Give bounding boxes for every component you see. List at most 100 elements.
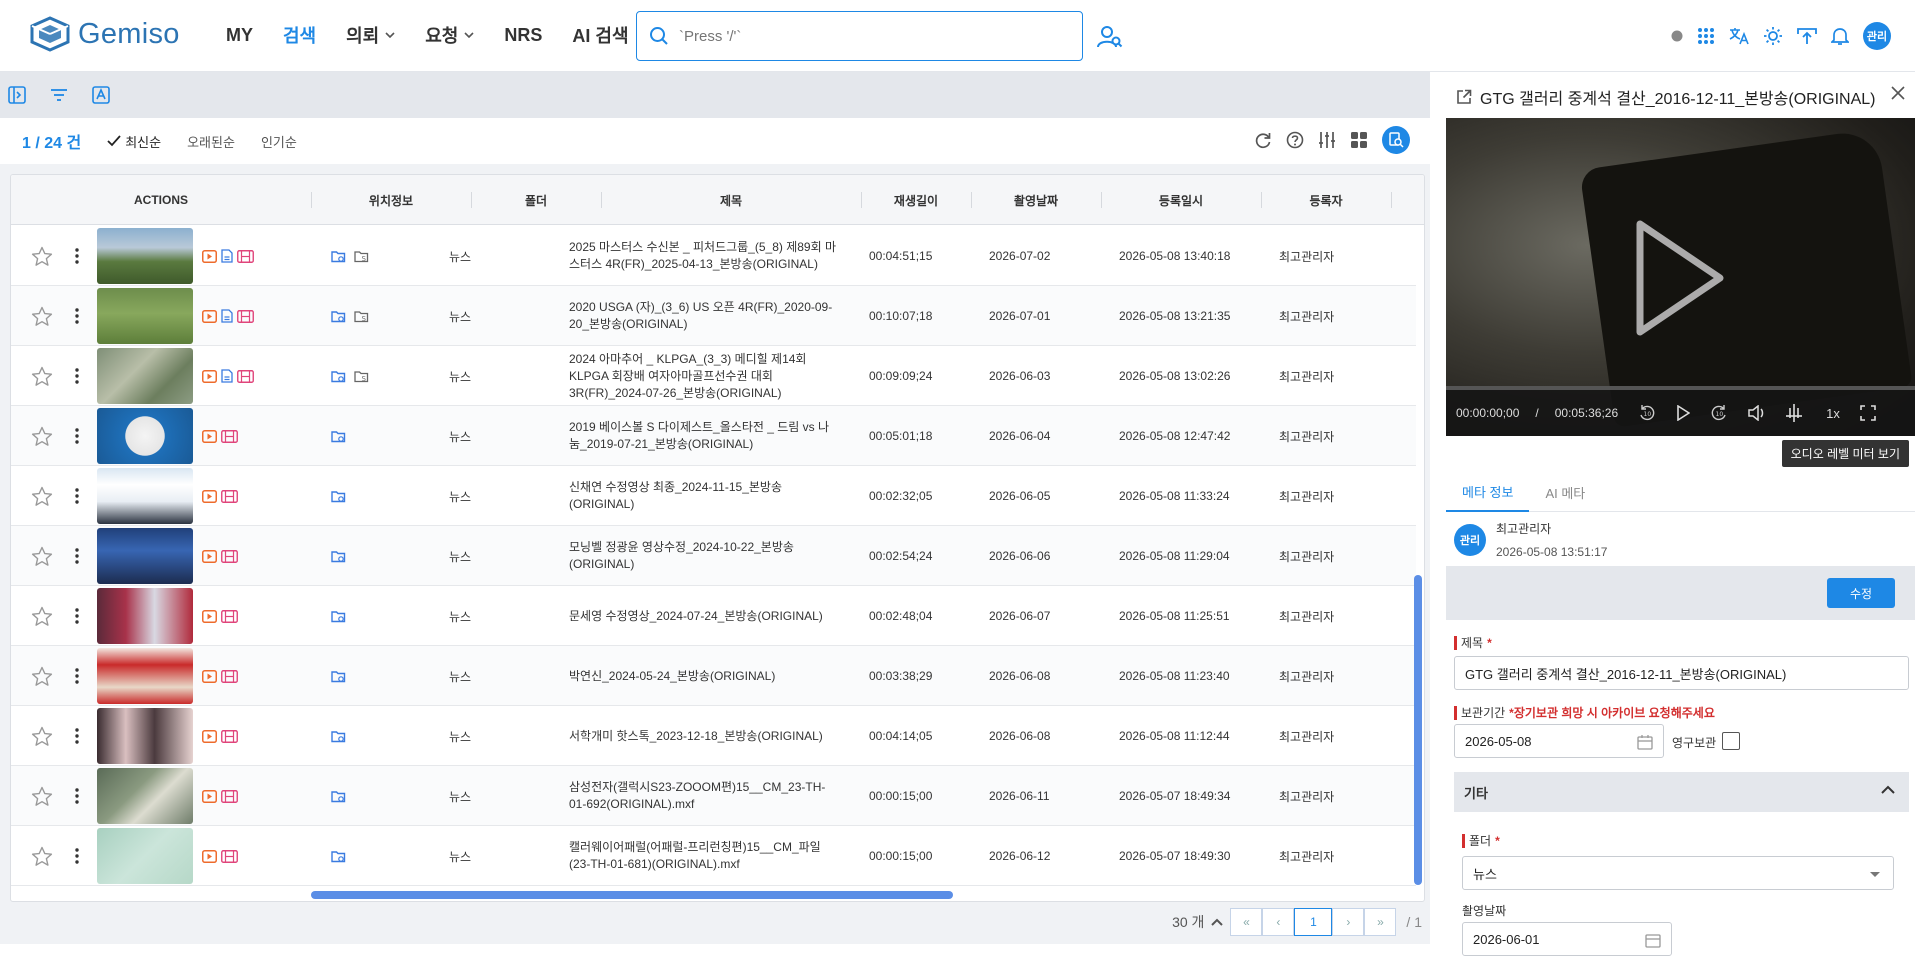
favorite-star-icon[interactable] bbox=[31, 346, 53, 406]
title-cell[interactable]: 모닝벨 정광윤 영상수정_2024-10-22_본방송(ORIGINAL) bbox=[569, 526, 839, 586]
current-page-button[interactable]: 1 bbox=[1294, 908, 1333, 936]
folder-location-icon[interactable] bbox=[331, 490, 346, 503]
video-icon[interactable] bbox=[202, 489, 217, 503]
grid-view-icon[interactable] bbox=[1350, 131, 1368, 149]
title-cell[interactable]: 삼성전자(갤럭시S23-ZOOOM편)15__CM_23-TH-01-692(O… bbox=[569, 766, 839, 826]
video-thumbnail[interactable] bbox=[97, 468, 193, 524]
film-icon[interactable] bbox=[237, 369, 254, 383]
table-row[interactable]: 뉴스 문세영 수정영상_2024-07-24_본방송(ORIGINAL) 00:02… bbox=[11, 586, 1416, 646]
adjust-columns-icon[interactable] bbox=[1318, 131, 1336, 149]
title-cell[interactable]: 신채연 수정영상 최종_2024-11-15_본방송(ORIGINAL) bbox=[569, 466, 839, 526]
calendar-icon[interactable] bbox=[1637, 734, 1653, 750]
more-menu-icon[interactable] bbox=[75, 706, 79, 766]
retention-date-field[interactable]: 2026-05-08 bbox=[1454, 724, 1664, 758]
video-thumbnail[interactable] bbox=[97, 528, 193, 584]
more-menu-icon[interactable] bbox=[75, 766, 79, 826]
video-icon[interactable] bbox=[202, 309, 217, 323]
film-icon[interactable] bbox=[221, 669, 238, 683]
favorite-star-icon[interactable] bbox=[31, 826, 53, 886]
film-icon[interactable] bbox=[221, 489, 238, 503]
video-icon[interactable] bbox=[202, 669, 217, 683]
folder-location-icon[interactable] bbox=[331, 430, 346, 443]
column-header[interactable]: 등록일시 bbox=[1101, 175, 1261, 225]
user-avatar[interactable]: 관리 bbox=[1863, 22, 1891, 50]
film-icon[interactable] bbox=[237, 249, 254, 263]
nav-item[interactable]: AI 검색 bbox=[572, 22, 628, 48]
bell-icon[interactable] bbox=[1831, 26, 1849, 46]
more-menu-icon[interactable] bbox=[75, 646, 79, 706]
more-menu-icon[interactable] bbox=[75, 586, 79, 646]
table-row[interactable]: 뉴스 모닝벨 정광윤 영상수정_2024-10-22_본방송(ORIGINAL) 0… bbox=[11, 526, 1416, 586]
film-icon[interactable] bbox=[221, 549, 238, 563]
nav-item[interactable]: 검색 bbox=[283, 22, 316, 48]
more-menu-icon[interactable] bbox=[75, 826, 79, 886]
title-cell[interactable]: 2020 USGA (자)_(3_6) US 오픈 4R(FR)_2020-09… bbox=[569, 286, 839, 346]
nav-item[interactable]: MY bbox=[226, 22, 253, 48]
column-header[interactable]: 재생길이 bbox=[861, 175, 971, 225]
column-header[interactable]: ACTIONS bbox=[11, 175, 311, 225]
video-icon[interactable] bbox=[202, 609, 217, 623]
folder-location-icon[interactable] bbox=[331, 310, 346, 323]
video-icon[interactable] bbox=[202, 849, 217, 863]
more-menu-icon[interactable] bbox=[75, 526, 79, 586]
sort-option[interactable]: 인기순 bbox=[261, 132, 297, 151]
title-cell[interactable]: 2024 아마추어 _ KLPGA_(3_3) 메디힐 제14회 KLPGA 회… bbox=[569, 346, 839, 406]
film-icon[interactable] bbox=[221, 429, 238, 443]
first-page-button[interactable]: « bbox=[1230, 908, 1263, 936]
column-header[interactable]: 위치정보 bbox=[311, 175, 471, 225]
folder-location-icon[interactable] bbox=[331, 790, 346, 803]
detail-view-button[interactable] bbox=[1382, 126, 1410, 154]
favorite-star-icon[interactable] bbox=[31, 646, 53, 706]
folder-location-icon[interactable] bbox=[331, 670, 346, 683]
horizontal-scrollbar[interactable] bbox=[311, 891, 953, 899]
external-link-icon[interactable] bbox=[1456, 89, 1472, 105]
table-row[interactable]: 뉴스 박연신_2024-05-24_본방송(ORIGINAL) 00:03:38;2… bbox=[11, 646, 1416, 706]
table-row[interactable]: 뉴스 서학개미 핫스톡_2023-12-18_본방송(ORIGINAL) 00:04… bbox=[11, 706, 1416, 766]
rewind-10-icon[interactable]: 10 bbox=[1638, 404, 1656, 422]
video-thumbnail[interactable] bbox=[97, 768, 193, 824]
playback-speed[interactable]: 1x bbox=[1826, 406, 1840, 421]
filter-icon[interactable] bbox=[50, 88, 68, 102]
global-search[interactable] bbox=[636, 11, 1083, 61]
table-row[interactable]: S 뉴스 2025 마스터스 수신본 _ 피처드그룹_(5_8) 제89회 마스터스… bbox=[11, 226, 1416, 286]
video-thumbnail[interactable] bbox=[97, 708, 193, 764]
video-icon[interactable] bbox=[202, 549, 217, 563]
column-header[interactable]: 제목 bbox=[601, 175, 861, 225]
favorite-star-icon[interactable] bbox=[31, 526, 53, 586]
nav-item[interactable]: 의뢰 bbox=[346, 22, 395, 48]
more-menu-icon[interactable] bbox=[75, 466, 79, 526]
play-overlay-icon[interactable] bbox=[1632, 218, 1728, 338]
sort-option[interactable]: 최신순 bbox=[107, 132, 161, 151]
volume-icon[interactable] bbox=[1748, 405, 1766, 421]
help-icon[interactable] bbox=[1286, 131, 1304, 149]
folder-location-icon[interactable] bbox=[331, 370, 346, 383]
video-thumbnail[interactable] bbox=[97, 348, 193, 404]
etc-section-header[interactable]: 기타 bbox=[1454, 772, 1909, 812]
storage-location-icon[interactable]: S bbox=[354, 370, 369, 383]
column-header[interactable]: 폴더 bbox=[471, 175, 601, 225]
favorite-star-icon[interactable] bbox=[31, 286, 53, 346]
title-cell[interactable]: 2025 마스터스 수신본 _ 피처드그룹_(5_8) 제89회 마스터스 4R… bbox=[569, 226, 839, 286]
document-icon[interactable] bbox=[221, 309, 233, 323]
storage-location-icon[interactable]: S bbox=[354, 310, 369, 323]
video-icon[interactable] bbox=[202, 369, 217, 383]
table-row[interactable]: 뉴스 신채연 수정영상 최종_2024-11-15_본방송(ORIGINAL) 00… bbox=[11, 466, 1416, 526]
chevron-up-icon[interactable] bbox=[1881, 785, 1895, 795]
table-row[interactable]: S 뉴스 2024 아마추어 _ KLPGA_(3_3) 메디힐 제14회 KLPG… bbox=[11, 346, 1416, 406]
video-icon[interactable] bbox=[202, 429, 217, 443]
video-icon[interactable] bbox=[202, 249, 217, 263]
column-divider[interactable] bbox=[1391, 192, 1392, 208]
next-page-button[interactable]: › bbox=[1332, 908, 1365, 936]
favorite-star-icon[interactable] bbox=[31, 706, 53, 766]
vertical-scrollbar[interactable] bbox=[1414, 575, 1422, 885]
video-thumbnail[interactable] bbox=[97, 648, 193, 704]
calendar-icon[interactable] bbox=[1645, 932, 1661, 948]
title-cell[interactable]: 서학개미 핫스톡_2023-12-18_본방송(ORIGINAL) bbox=[569, 706, 839, 766]
table-row[interactable]: 뉴스 캘러웨이어패럴(어패럴-프리런칭편)15__CM_파일(23-TH-01-6… bbox=[11, 826, 1416, 886]
text-filter-icon[interactable] bbox=[92, 86, 110, 104]
video-player[interactable]: 00:00:00;00 / 00:05:36;26 10 10 1x bbox=[1446, 118, 1915, 436]
sidebar-toggle-icon[interactable] bbox=[8, 86, 26, 104]
apps-grid-icon[interactable] bbox=[1697, 27, 1715, 45]
folder-location-icon[interactable] bbox=[331, 550, 346, 563]
film-icon[interactable] bbox=[221, 849, 238, 863]
